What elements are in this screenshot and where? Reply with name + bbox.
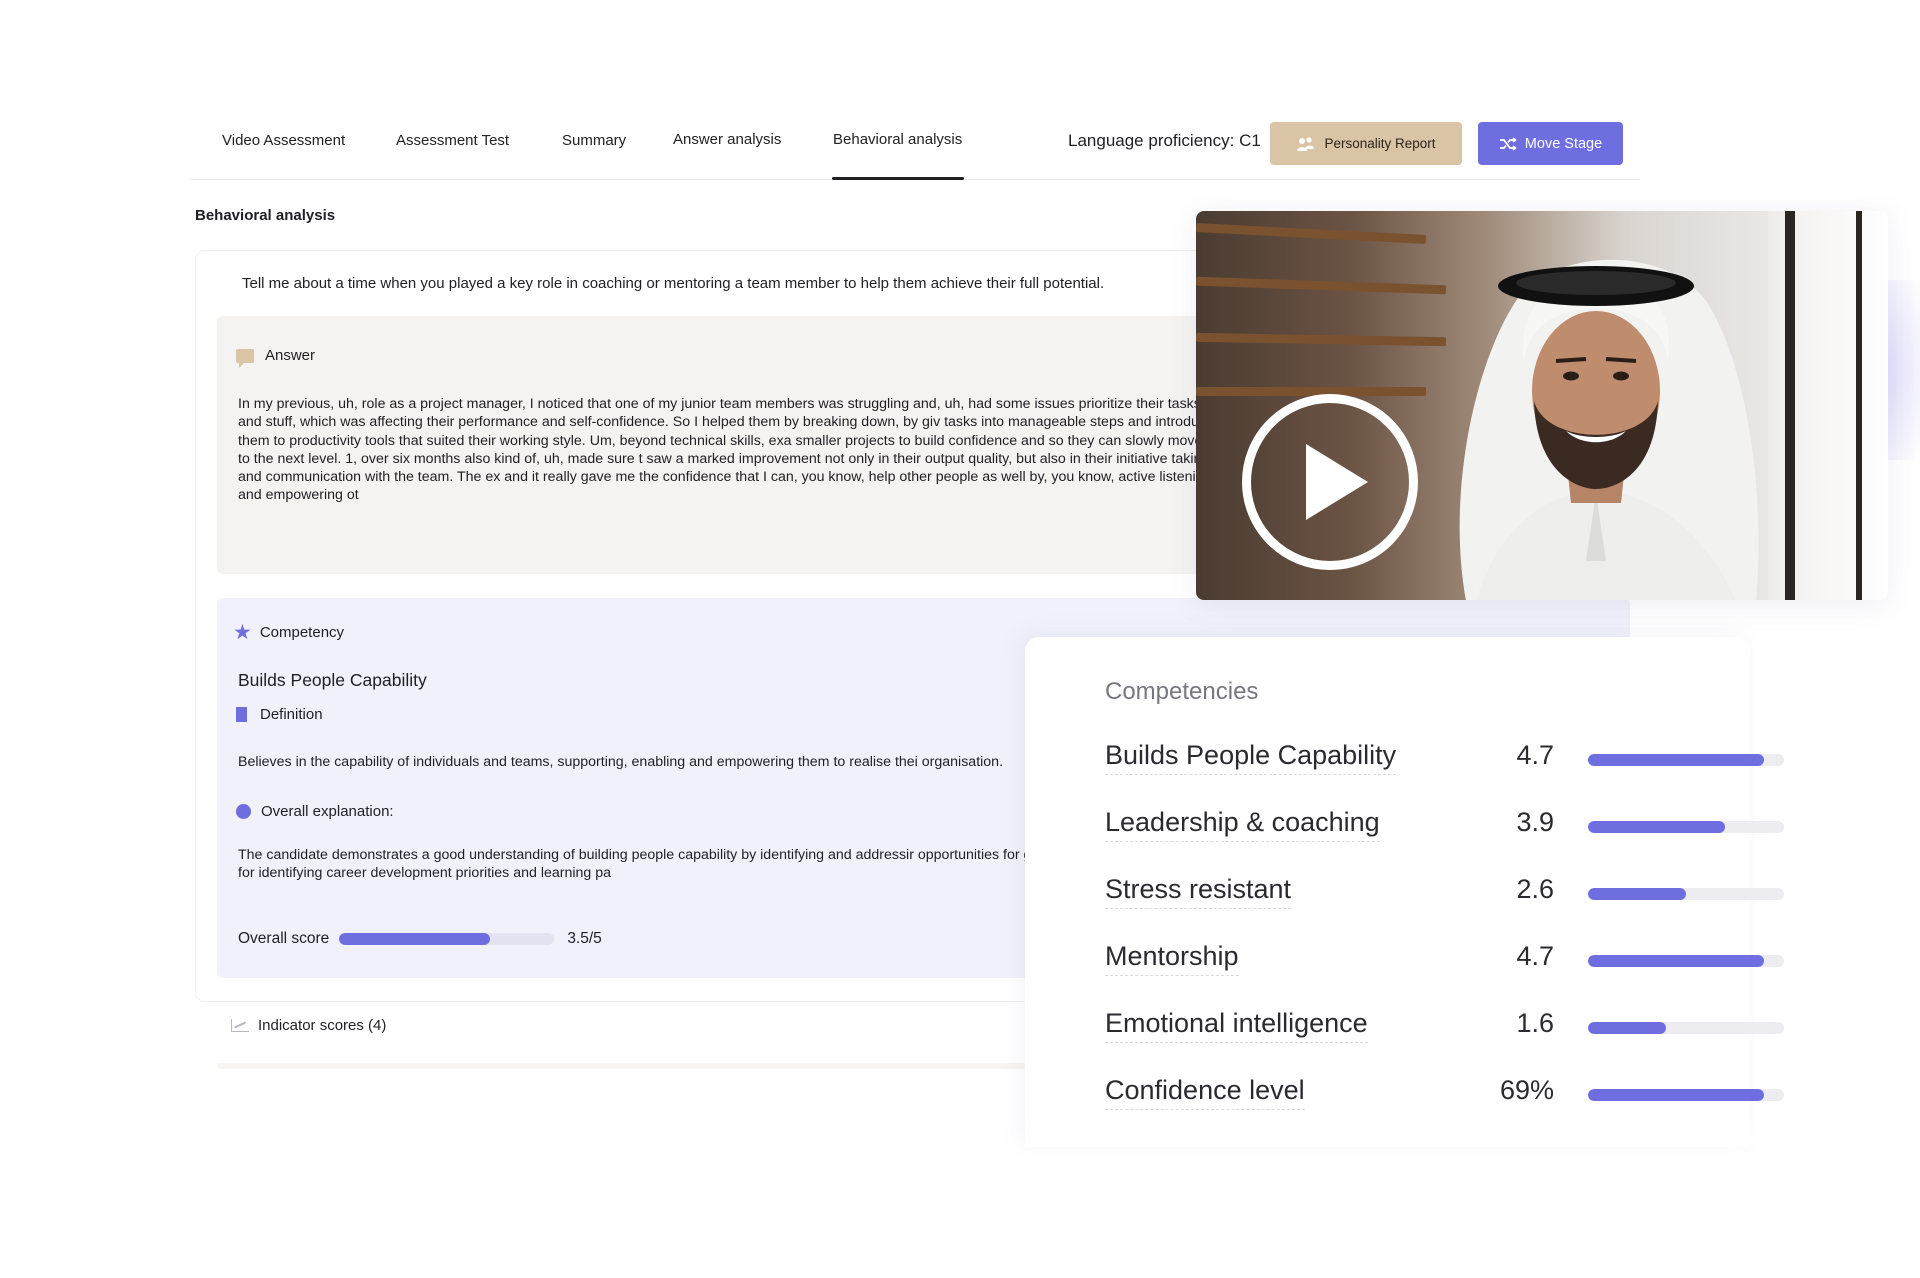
shelf-decor [1196, 387, 1426, 396]
competency-row-fill [1588, 1022, 1667, 1034]
competency-row-label: Leadership & coaching [1105, 807, 1380, 842]
answer-heading-label: Answer [265, 347, 316, 364]
competency-heading: ★ Competency [233, 622, 344, 643]
competency-row-label: Builds People Capability [1105, 740, 1397, 775]
shuffle-icon [1499, 136, 1517, 151]
overall-score-value: 3.5/5 [567, 930, 602, 947]
competency-row-fill [1588, 888, 1686, 900]
competency-name: Builds People Capability [238, 670, 427, 690]
competency-row-label: Stress resistant [1105, 874, 1292, 909]
competency-row-bar [1588, 1022, 1784, 1034]
window-frame [1785, 211, 1795, 600]
active-tab-underline [832, 177, 964, 180]
overall-score-bar [339, 933, 555, 945]
language-proficiency: Language proficiency: C1 [1068, 131, 1261, 150]
competency-row-value: 4.7 [1516, 941, 1554, 971]
top-navigation: Video Assessment Assessment Test Summary… [190, 112, 1640, 180]
section-title: Behavioral analysis [195, 207, 336, 224]
candidate-thumbnail [1459, 259, 1759, 600]
shelf-decor [1196, 222, 1427, 245]
competency-row-bar [1588, 888, 1784, 900]
overall-score: Overall score 3.5/5 [238, 930, 602, 948]
competency-row-bar [1588, 754, 1784, 766]
answer-panel: Answer In my previous, uh, role as a pro… [217, 316, 1217, 574]
competencies-title: Competencies [1105, 678, 1259, 705]
bookmark-icon [236, 707, 247, 722]
candidate-video-player[interactable] [1196, 211, 1888, 600]
competency-row: Emotional intelligence 1.6 [1105, 1008, 1784, 1048]
competency-row: Builds People Capability 4.7 [1105, 740, 1784, 780]
tab-answer-analysis[interactable]: Answer analysis [673, 131, 781, 148]
competency-row-label: Mentorship [1105, 941, 1239, 976]
chat-bubble-icon [236, 348, 254, 368]
competency-row-fill [1588, 1089, 1765, 1101]
dot-icon [236, 804, 251, 819]
overall-score-fill [339, 933, 490, 945]
line-chart-icon [231, 1019, 249, 1032]
answer-text: In my previous, uh, role as a project ma… [238, 396, 1217, 504]
personality-report-button[interactable]: Personality Report [1270, 122, 1462, 165]
competency-row-bar [1588, 955, 1784, 967]
competency-row-label: Confidence level [1105, 1075, 1305, 1110]
tab-assessment-test[interactable]: Assessment Test [396, 132, 509, 149]
interview-question: Tell me about a time when you played a k… [242, 275, 1105, 292]
competency-row: Confidence level 69% [1105, 1075, 1784, 1115]
answer-heading: Answer [236, 347, 316, 368]
play-button[interactable] [1242, 394, 1418, 570]
tab-behavioral-analysis[interactable]: Behavioral analysis [833, 131, 962, 148]
competency-heading-label: Competency [259, 624, 345, 641]
explanation-heading-label: Overall explanation: [261, 803, 394, 820]
window-frame [1856, 211, 1862, 600]
competency-row-value: 1.6 [1516, 1008, 1554, 1038]
play-icon [1306, 444, 1368, 520]
competencies-summary-card: Competencies Builds People Capability 4.… [1025, 637, 1784, 1147]
move-stage-button[interactable]: Move Stage [1478, 122, 1623, 165]
star-icon: ★ [233, 621, 252, 644]
competency-row-fill [1588, 955, 1765, 967]
indicator-scores-toggle[interactable]: Indicator scores (4) [231, 1017, 386, 1034]
competency-row-value: 3.9 [1516, 807, 1554, 837]
competency-row-bar [1588, 821, 1784, 833]
personality-report-label: Personality Report [1324, 136, 1436, 151]
overall-score-label: Overall score [238, 930, 330, 947]
tab-video-assessment[interactable]: Video Assessment [222, 132, 345, 149]
competency-row-value: 4.7 [1516, 740, 1554, 770]
indicator-scores-label: Indicator scores (4) [258, 1017, 387, 1034]
people-icon [1297, 136, 1315, 151]
explanation-heading: Overall explanation: [236, 803, 394, 820]
competency-row-fill [1588, 821, 1726, 833]
tab-summary[interactable]: Summary [562, 132, 626, 149]
competency-row-bar [1588, 1089, 1784, 1101]
competency-row: Mentorship 4.7 [1105, 941, 1784, 981]
competency-row: Leadership & coaching 3.9 [1105, 807, 1784, 847]
competency-row: Stress resistant 2.6 [1105, 874, 1784, 914]
definition-heading-label: Definition [260, 706, 323, 723]
competency-row-label: Emotional intelligence [1105, 1008, 1368, 1043]
competency-row-value: 69% [1499, 1075, 1554, 1105]
definition-heading: Definition [236, 706, 323, 723]
competency-row-fill [1588, 754, 1765, 766]
competency-row-value: 2.6 [1516, 874, 1554, 904]
move-stage-label: Move Stage [1524, 135, 1603, 152]
